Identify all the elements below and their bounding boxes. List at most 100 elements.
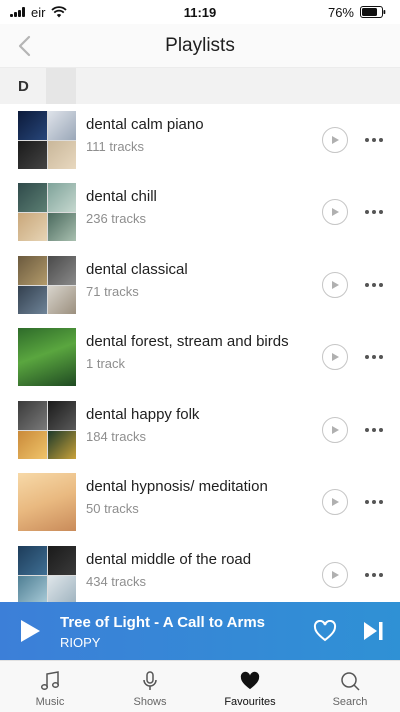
play-button[interactable] [322, 562, 348, 588]
playlist-artwork [18, 473, 76, 531]
battery-icon [360, 6, 386, 18]
more-options-button[interactable] [362, 273, 386, 297]
play-button[interactable] [322, 272, 348, 298]
playlist-text: dental happy folk 184 tracks [86, 406, 316, 444]
play-icon [332, 136, 339, 144]
tab-label: Favourites [224, 696, 276, 708]
playlist-artwork [18, 183, 76, 241]
dot-icon [372, 500, 376, 504]
section-letter: D [18, 77, 29, 95]
status-right: 76% [328, 5, 386, 20]
playlist-row[interactable]: dental happy folk 184 tracks [0, 394, 400, 466]
playlist-text: dental middle of the road 434 tracks [86, 551, 316, 589]
playlist-artwork [18, 256, 76, 314]
music-note-icon [37, 668, 63, 694]
playlist-row[interactable]: dental middle of the road 434 tracks [0, 539, 400, 602]
favourite-button[interactable] [312, 618, 338, 644]
dot-icon [365, 500, 369, 504]
more-options-button[interactable] [362, 128, 386, 152]
dot-icon [372, 138, 376, 142]
playlist-title: dental forest, stream and birds [86, 333, 289, 350]
play-icon [332, 498, 339, 506]
playlist-track-count: 111 tracks [86, 139, 145, 154]
playlist-text: dental classical 71 tracks [86, 261, 316, 299]
nav-header: Playlists [0, 24, 400, 68]
tab-bar: Music Shows Favourites Search [0, 660, 400, 712]
tab-label: Music [35, 696, 65, 708]
playlist-track-count: 434 tracks [86, 574, 146, 589]
now-playing-play-button[interactable] [16, 616, 44, 646]
heart-outline-icon [313, 620, 337, 642]
now-playing-title: Tree of Light - A Call to Arms [60, 614, 266, 631]
play-button[interactable] [322, 199, 348, 225]
battery-percent: 76% [327, 4, 354, 20]
dot-icon [372, 355, 376, 359]
section-header-shadow [46, 68, 76, 104]
dot-icon [379, 210, 383, 214]
now-playing-bar[interactable]: Tree of Light - A Call to Arms RIOPY [0, 602, 400, 660]
playlist-artwork [18, 328, 76, 386]
next-track-button[interactable] [360, 618, 386, 644]
dot-icon [379, 428, 383, 432]
playlist-text: dental chill 236 tracks [86, 188, 316, 226]
playlist-track-count: 71 tracks [86, 284, 139, 299]
tab-shows[interactable]: Shows [100, 661, 200, 712]
playlist-title: dental calm piano [86, 116, 204, 133]
play-button[interactable] [322, 489, 348, 515]
playlist-list[interactable]: D dental calm piano 111 tracks dental ch… [0, 68, 400, 602]
section-header: D [0, 68, 400, 104]
tab-label: Search [332, 696, 368, 708]
playlist-row[interactable]: dental hypnosis/ meditation 50 tracks [0, 466, 400, 538]
tab-music[interactable]: Music [0, 661, 100, 712]
playlist-text: dental hypnosis/ meditation 50 tracks [86, 478, 316, 516]
play-icon [332, 208, 339, 216]
playlist-row[interactable]: dental calm piano 111 tracks [0, 104, 400, 176]
dot-icon [365, 210, 369, 214]
more-options-button[interactable] [362, 345, 386, 369]
playlist-title: dental hypnosis/ meditation [86, 478, 268, 495]
playlist-row[interactable]: dental chill 236 tracks [0, 176, 400, 248]
microphone-icon [137, 668, 163, 694]
dot-icon [372, 283, 376, 287]
playlist-artwork [18, 401, 76, 459]
play-button[interactable] [322, 127, 348, 153]
more-options-button[interactable] [362, 490, 386, 514]
play-icon [332, 571, 339, 579]
carrier-name: eir [31, 4, 46, 20]
playlist-track-count: 184 tracks [86, 429, 146, 444]
playlist-text: dental calm piano 111 tracks [86, 116, 316, 154]
play-icon [332, 281, 339, 289]
chevron-left-icon [18, 35, 31, 57]
playlist-track-count: 236 tracks [86, 211, 146, 226]
search-icon [337, 668, 363, 694]
dot-icon [365, 573, 369, 577]
play-icon [332, 353, 339, 361]
wifi-icon [51, 6, 68, 18]
skip-next-icon [364, 622, 383, 640]
playlist-track-count: 50 tracks [86, 501, 139, 516]
play-icon [332, 426, 339, 434]
dot-icon [365, 138, 369, 142]
playlist-title: dental happy folk [86, 406, 200, 423]
dot-icon [379, 138, 383, 142]
dot-icon [372, 210, 376, 214]
playlist-title: dental chill [86, 188, 157, 205]
playlist-text: dental forest, stream and birds 1 track [86, 333, 316, 371]
play-button[interactable] [322, 344, 348, 370]
more-options-button[interactable] [362, 418, 386, 442]
dot-icon [379, 573, 383, 577]
back-button[interactable] [8, 30, 40, 62]
status-left: eir [10, 4, 68, 20]
tab-favourites[interactable]: Favourites [200, 661, 300, 712]
play-button[interactable] [322, 417, 348, 443]
playlist-row[interactable]: dental forest, stream and birds 1 track [0, 321, 400, 393]
more-options-button[interactable] [362, 563, 386, 587]
page-title: Playlists [165, 34, 235, 56]
more-options-button[interactable] [362, 200, 386, 224]
tab-search[interactable]: Search [300, 661, 400, 712]
playlist-row[interactable]: dental classical 71 tracks [0, 249, 400, 321]
cell-signal-icon [10, 7, 25, 17]
dot-icon [365, 355, 369, 359]
tab-label: Shows [133, 696, 167, 708]
playlist-track-count: 1 track [86, 356, 126, 371]
